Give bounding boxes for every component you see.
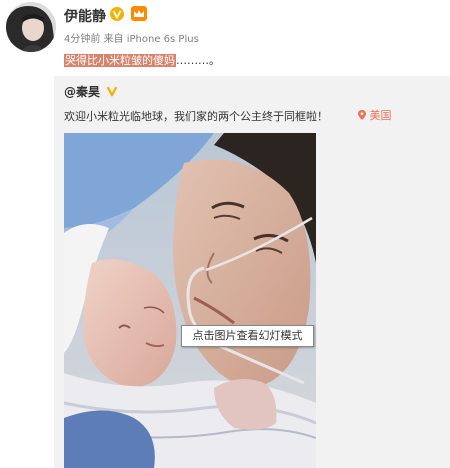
member-crown-icon[interactable]: [131, 6, 147, 21]
repost-card: @秦昊 欢迎小米粒光临地球，我们家的两个公主终于同框啦！ 美国: [54, 76, 450, 468]
post-meta: 4分钟前 来自 iPhone 6s Plus: [64, 30, 199, 45]
author-name[interactable]: 伊能静: [64, 6, 106, 26]
photo-mother-newborn: [64, 133, 316, 468]
post-source[interactable]: iPhone 6s Plus: [127, 34, 199, 45]
repost-verified-v-icon: [106, 86, 118, 97]
post-text-suffix: ………。: [176, 54, 220, 67]
highlighted-text: 哭得比小米粒皱的傻妈: [64, 54, 176, 67]
source-prefix: 来自: [103, 34, 124, 45]
repost-author[interactable]: @秦昊: [64, 83, 100, 100]
verified-v-icon: [110, 7, 124, 21]
location-link[interactable]: 美国: [358, 107, 392, 123]
repost-text: 欢迎小米粒光临地球，我们家的两个公主终于同框啦！: [64, 110, 328, 123]
post-time[interactable]: 4分钟前: [64, 34, 100, 45]
avatar[interactable]: [6, 2, 56, 52]
location-text: 美国: [369, 109, 392, 122]
slideshow-tooltip: 点击图片查看幻灯模式: [181, 325, 314, 347]
location-pin-icon: [358, 110, 366, 120]
post-text: 哭得比小米粒皱的傻妈………。: [64, 52, 220, 68]
avatar-image: [6, 2, 56, 52]
post-photo[interactable]: [64, 133, 316, 468]
